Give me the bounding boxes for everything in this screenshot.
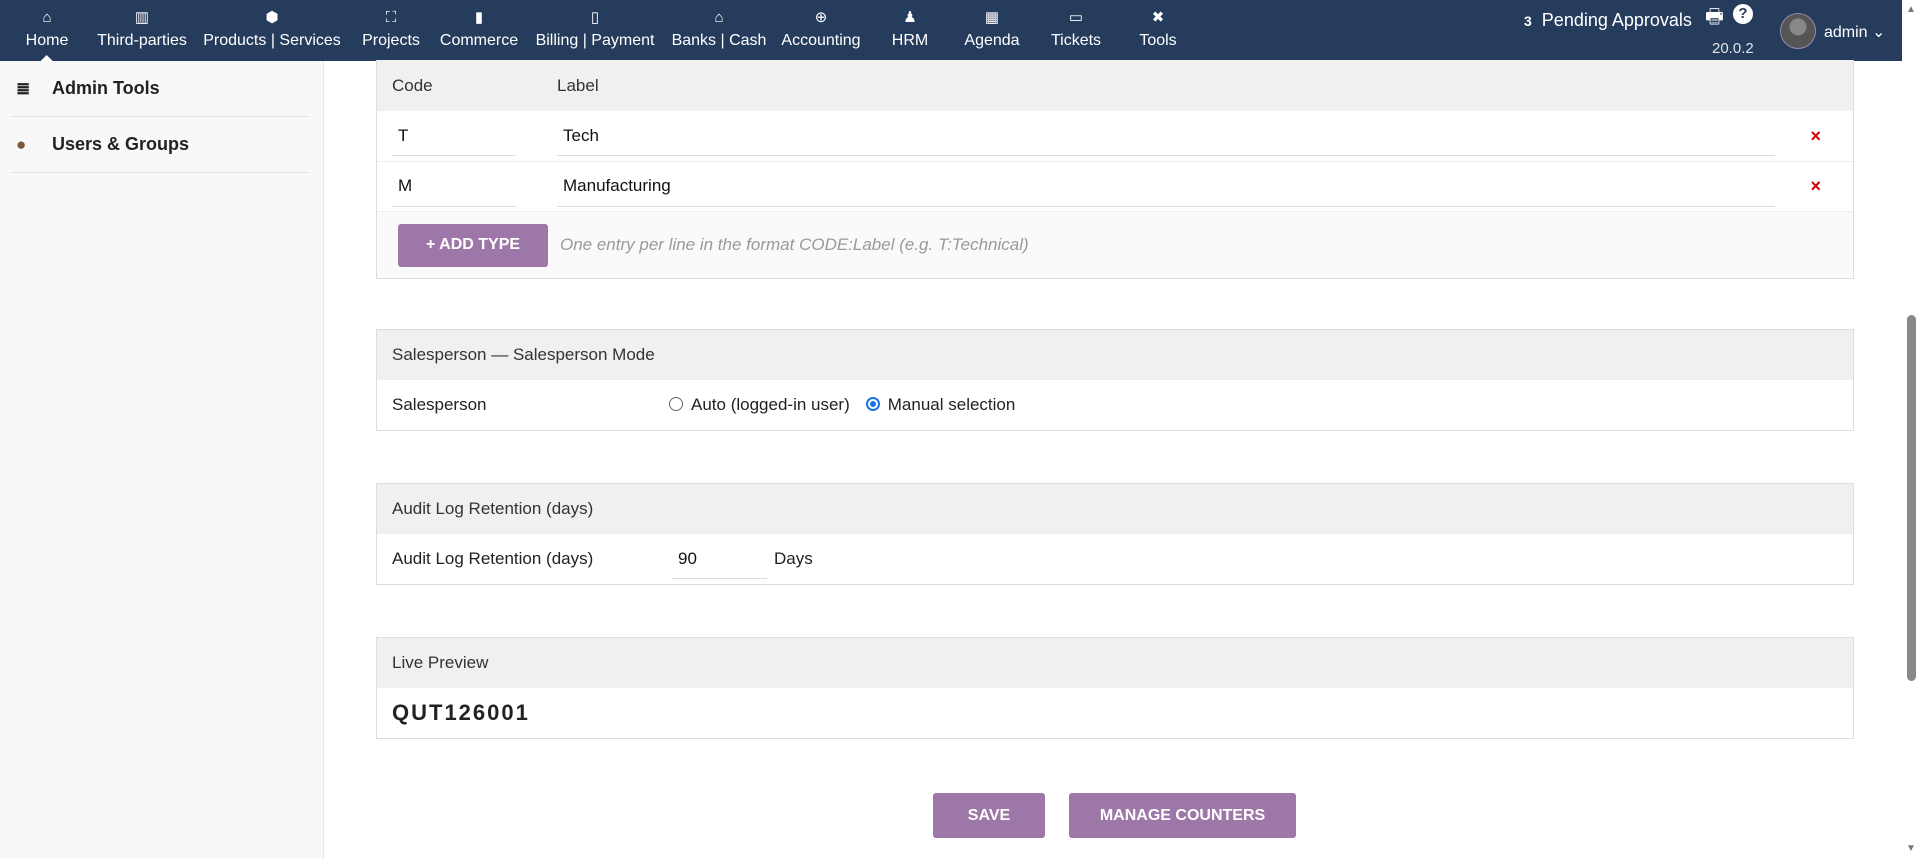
nav-billing-payment[interactable]: ▯ Billing | Payment (536, 0, 655, 61)
nav-label: HRM (891, 32, 929, 49)
sidebar-item-label: Admin Tools (52, 78, 160, 98)
sidebar-item-admin-tools[interactable]: ≣ Admin Tools (10, 61, 308, 117)
nav-third-parties[interactable]: ▥ Third-parties (97, 0, 187, 61)
nav-label: Commerce (439, 32, 519, 49)
avatar[interactable] (1780, 13, 1816, 49)
nav-banks-cash[interactable]: ⌂ Banks | Cash (672, 0, 767, 61)
user-tie-icon: ♟ (903, 9, 917, 26)
preview-panel: Live Preview QUT126001 (376, 637, 1854, 739)
scroll-up-icon[interactable]: ▲ (1906, 4, 1916, 15)
delete-icon[interactable]: × (1810, 126, 1821, 147)
nav-hrm[interactable]: ♟ HRM (892, 0, 928, 61)
retention-days-input[interactable] (672, 539, 767, 579)
home-icon: ⌂ (42, 9, 52, 26)
sidebar: ≣ Admin Tools ● Users & Groups (0, 61, 324, 859)
nav-label: Accounting (781, 32, 861, 49)
bank-icon: ⌂ (714, 9, 724, 26)
user-icon: ● (16, 134, 27, 154)
sidebar-item-label: Users & Groups (52, 134, 190, 154)
user-menu[interactable]: admin ⌄ (1824, 22, 1885, 42)
nav-label: Products | Services (203, 32, 341, 49)
nav-tools[interactable]: ✖ Tools (1139, 0, 1176, 61)
panel-title: Salesperson — Salesperson Mode (377, 330, 1853, 380)
cube-icon: ⬢ (265, 9, 279, 26)
nav-products-services[interactable]: ⬢ Products | Services (203, 0, 341, 61)
sitemap-icon: ⛶ (385, 9, 397, 26)
audit-panel: Audit Log Retention (days) Audit Log Ret… (376, 483, 1854, 585)
nav-agenda[interactable]: ▦ Agenda (964, 0, 1019, 61)
version-label: 20.0.2 (1712, 40, 1754, 57)
nav-label: Home (25, 32, 69, 49)
nav-label: Projects (362, 32, 420, 49)
add-type-button[interactable]: + ADD TYPE (398, 223, 548, 267)
preview-value: QUT126001 (392, 700, 530, 725)
invoice-icon: ▯ (590, 9, 600, 26)
add-type-row: + ADD TYPE One entry per line in the for… (377, 212, 1853, 278)
manage-counters-button[interactable]: MANAGE COUNTERS (1069, 793, 1296, 838)
label-input[interactable] (557, 116, 1775, 156)
nav-accounting[interactable]: ⊕ Accounting (781, 0, 860, 61)
panel-title: Live Preview (377, 638, 1853, 688)
save-button[interactable]: SAVE (933, 793, 1045, 838)
building-icon: ▥ (134, 9, 150, 26)
nav-label: Billing | Payment (535, 32, 655, 49)
panel-title: Audit Log Retention (days) (377, 484, 1853, 534)
salesperson-row: Salesperson Auto (logged-in user) Manual… (377, 380, 1853, 430)
scrollbar[interactable]: ▲ ▼ (1902, 0, 1920, 859)
pending-approvals-link[interactable]: 3 Pending Approvals (1524, 10, 1692, 31)
nav-home[interactable]: ⌂ Home (25, 0, 69, 61)
nav-tickets[interactable]: ▭ Tickets (1051, 0, 1101, 61)
types-table-header: Code Label (377, 60, 1853, 111)
nav-label: Agenda (964, 32, 1020, 49)
delete-icon[interactable]: × (1810, 176, 1821, 197)
sidebar-item-users-groups[interactable]: ● Users & Groups (10, 117, 308, 173)
table-row: × (377, 162, 1853, 212)
radio-label: Auto (logged-in user) (691, 395, 850, 414)
print-icon[interactable]: 🖶 (1705, 2, 1724, 36)
suitcase-icon: ▮ (474, 9, 484, 26)
column-code: Code (392, 75, 433, 95)
username: admin (1824, 24, 1868, 41)
salesperson-panel: Salesperson — Salesperson Mode Salespers… (376, 329, 1854, 431)
scrollbar-thumb[interactable] (1907, 315, 1916, 681)
nav-projects[interactable]: ⛶ Projects (362, 0, 420, 61)
code-input[interactable] (392, 116, 516, 156)
help-icon[interactable]: ? (1733, 4, 1753, 24)
nav-commerce[interactable]: ▮ Commerce (440, 0, 518, 61)
nav-label: Banks | Cash (671, 32, 767, 49)
unit-label: Days (774, 549, 813, 568)
table-row: × (377, 111, 1853, 162)
radio-manual[interactable]: Manual selection (865, 395, 1016, 415)
server-icon: ≣ (16, 78, 31, 98)
code-input[interactable] (392, 166, 516, 207)
radio-manual-icon (865, 397, 880, 411)
scroll-down-icon[interactable]: ▼ (1906, 843, 1916, 854)
radio-label: Manual selection (887, 395, 1016, 414)
field-label: Salesperson (392, 395, 487, 414)
calendar-icon: ▦ (984, 9, 1000, 26)
pending-label: Pending Approvals (1541, 10, 1692, 30)
radio-auto-icon (669, 397, 683, 411)
tools-icon: ✖ (1151, 9, 1165, 26)
radio-auto[interactable]: Auto (logged-in user) (669, 395, 850, 415)
chevron-down-icon: ⌄ (1872, 24, 1886, 41)
audit-row: Audit Log Retention (days) Days (377, 534, 1853, 584)
field-label: Audit Log Retention (days) (392, 549, 594, 568)
nav-label: Tickets (1050, 32, 1102, 49)
top-navbar: ⌂ Home ▥ Third-parties ⬢ Products | Service… (0, 0, 1902, 61)
types-panel: Code Label × × + ADD TYPE One entry per … (376, 60, 1854, 279)
nav-label: Third-parties (97, 32, 187, 49)
pending-count: 3 (1524, 13, 1532, 29)
label-input[interactable] (557, 166, 1775, 207)
ticket-icon: ▭ (1068, 9, 1084, 26)
search-dollar-icon: ⊕ (814, 9, 828, 26)
hint-text: One entry per line in the format CODE:La… (560, 235, 1029, 254)
nav-label: Tools (1139, 32, 1177, 49)
column-label: Label (557, 75, 599, 95)
